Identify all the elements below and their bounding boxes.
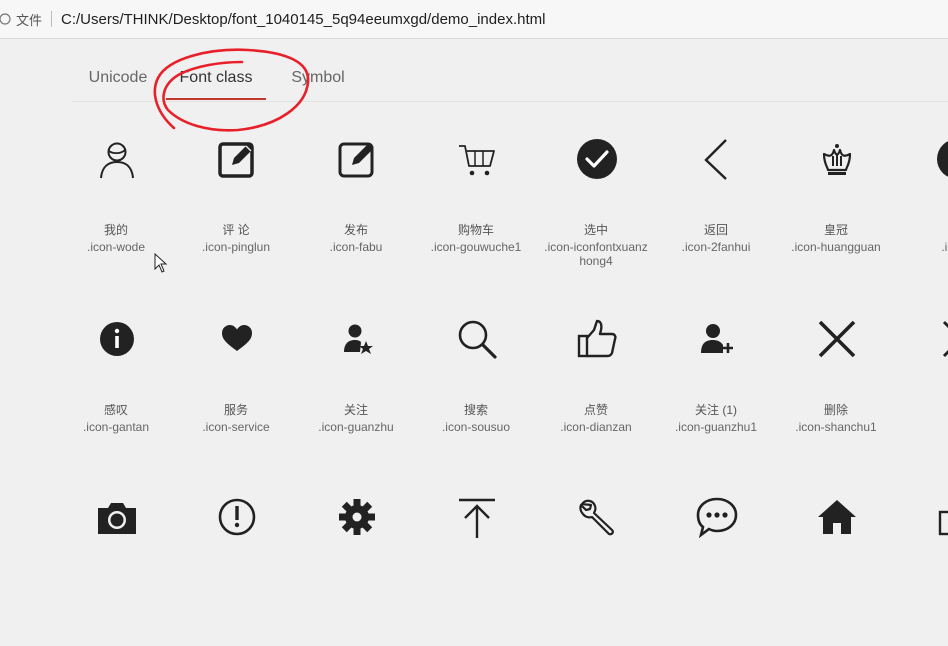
heart-icon [216, 318, 258, 360]
icon-class: .icon- [941, 240, 948, 254]
icon-name: 关注 [343, 403, 368, 417]
mouse-cursor-icon [154, 253, 168, 273]
icon-name: 服务 [223, 403, 248, 417]
icon-name: 发布 [343, 223, 368, 237]
edit-square-filled-icon [216, 138, 258, 180]
exclamation-circle-icon [216, 496, 258, 538]
icon-item-home[interactable] [776, 476, 896, 646]
icon-item-xuanzhong4[interactable]: 选中 .icon-iconfontxuanzhong4 [536, 118, 656, 288]
icon-class: .ic [896, 420, 948, 434]
edit-square-outline-icon [336, 138, 378, 180]
search-icon [456, 318, 498, 360]
icon-class: .icon-pinglun [201, 240, 271, 254]
icon-class: .icon-fabu [329, 240, 383, 254]
icon-class: .icon-sousuo [441, 420, 511, 434]
close-x-icon [816, 318, 858, 360]
icon-item-wrench[interactable] [536, 476, 656, 646]
icon-item-gear[interactable] [296, 476, 416, 646]
home-icon [816, 496, 858, 538]
gear-icon [336, 496, 378, 538]
icon-class: .icon-guanzhu1 [674, 420, 758, 434]
icon-item-fabu[interactable]: 发布 .icon-fabu [296, 118, 416, 288]
icon-class: .icon-gouwuche1 [430, 240, 522, 254]
thumbs-up-icon [576, 318, 618, 360]
icon-name: 关注 (1) [694, 403, 737, 417]
info-icon[interactable] [0, 10, 14, 28]
user-outline-icon [96, 138, 138, 180]
crown-icon [816, 138, 858, 180]
icon-item-service[interactable]: 服务 .icon-service [176, 298, 296, 468]
icon-class: .icon-guanzhu [318, 420, 394, 434]
tab-symbol[interactable]: Symbol [290, 58, 346, 100]
icon-item-partial[interactable]: .icon- [896, 118, 948, 288]
icon-item-chat[interactable] [656, 476, 776, 646]
upload-top-icon [456, 496, 498, 538]
icon-name: 选中 [583, 223, 608, 237]
tab-bar: Unicode Font class Symbol [72, 58, 948, 102]
address-bar[interactable]: 文件 C:/Users/THINK/Desktop/font_1040145_5… [0, 0, 948, 39]
icon-class: .icon-2fanhui [681, 240, 751, 254]
icon-item-guanzhu1[interactable]: 关注 (1) .icon-guanzhu1 [656, 298, 776, 468]
icon-item-gouwuche1[interactable]: 购物车 .icon-gouwuche1 [416, 118, 536, 288]
address-separator [51, 11, 53, 27]
icon-class: .icon-service [202, 420, 270, 434]
icon-class: .icon-shanchu1 [795, 420, 877, 434]
chat-bubble-icon [696, 496, 738, 538]
icon-item-exclamation[interactable] [176, 476, 296, 646]
icon-name: 搜索 [463, 403, 488, 417]
tab-unicode[interactable]: Unicode [87, 58, 149, 100]
icon-item-shanchu1[interactable]: 删除 .icon-shanchu1 [776, 298, 896, 468]
icon-name: 评 论 [222, 223, 250, 237]
camera-icon [96, 496, 138, 538]
check-circle-icon [576, 138, 618, 180]
icon-name: 返回 [703, 223, 728, 237]
partial-circle-icon [936, 138, 948, 180]
icon-class: .icon-huangguan [791, 240, 881, 254]
icon-item-camera[interactable] [56, 476, 176, 646]
icon-name: 删除 [823, 403, 848, 417]
icon-item-2fanhui[interactable]: 返回 .icon-2fanhui [656, 118, 776, 288]
partial-box-icon [936, 496, 948, 538]
wrench-icon [576, 496, 618, 538]
icon-item-dianzan[interactable]: 点赞 .icon-dianzan [536, 298, 656, 468]
icon-name: 购物车 [457, 223, 494, 237]
icon-name: 皇冠 [823, 223, 848, 237]
icon-name: 感叹 [103, 403, 128, 417]
info-circle-icon [96, 318, 138, 360]
url-text[interactable]: C:/Users/THINK/Desktop/font_1040145_5q94… [61, 11, 545, 28]
icon-class: .icon-dianzan [560, 420, 632, 434]
icon-item-guanzhu[interactable]: 关注 .icon-guanzhu [296, 298, 416, 468]
user-star-icon [336, 318, 378, 360]
icon-item-sousuo[interactable]: 搜索 .icon-sousuo [416, 298, 536, 468]
tab-font-class[interactable]: Font class [166, 58, 266, 100]
user-add-icon [696, 318, 738, 360]
icon-class: .icon-iconfontxuanzhong4 [544, 240, 648, 268]
file-scheme-label: 文件 [16, 12, 43, 28]
shopping-cart-icon [456, 138, 498, 180]
icon-item-upload[interactable] [416, 476, 536, 646]
icon-name: 我的 [103, 223, 128, 237]
icon-item-gantan[interactable]: 感叹 .icon-gantan [56, 298, 176, 468]
icon-name: 点赞 [583, 403, 608, 417]
icon-class: .icon-gantan [82, 420, 150, 434]
partial-arrows-icon [936, 318, 948, 360]
chevron-left-icon [696, 138, 738, 180]
icon-item-pinglun[interactable]: 评 论 .icon-pinglun [176, 118, 296, 288]
icon-class: .icon-wode [86, 240, 146, 254]
icon-item-partial-2[interactable]: .ic [896, 298, 948, 468]
icon-item-huangguan[interactable]: 皇冠 .icon-huangguan [776, 118, 896, 288]
icon-item-partial-3[interactable] [896, 476, 948, 646]
